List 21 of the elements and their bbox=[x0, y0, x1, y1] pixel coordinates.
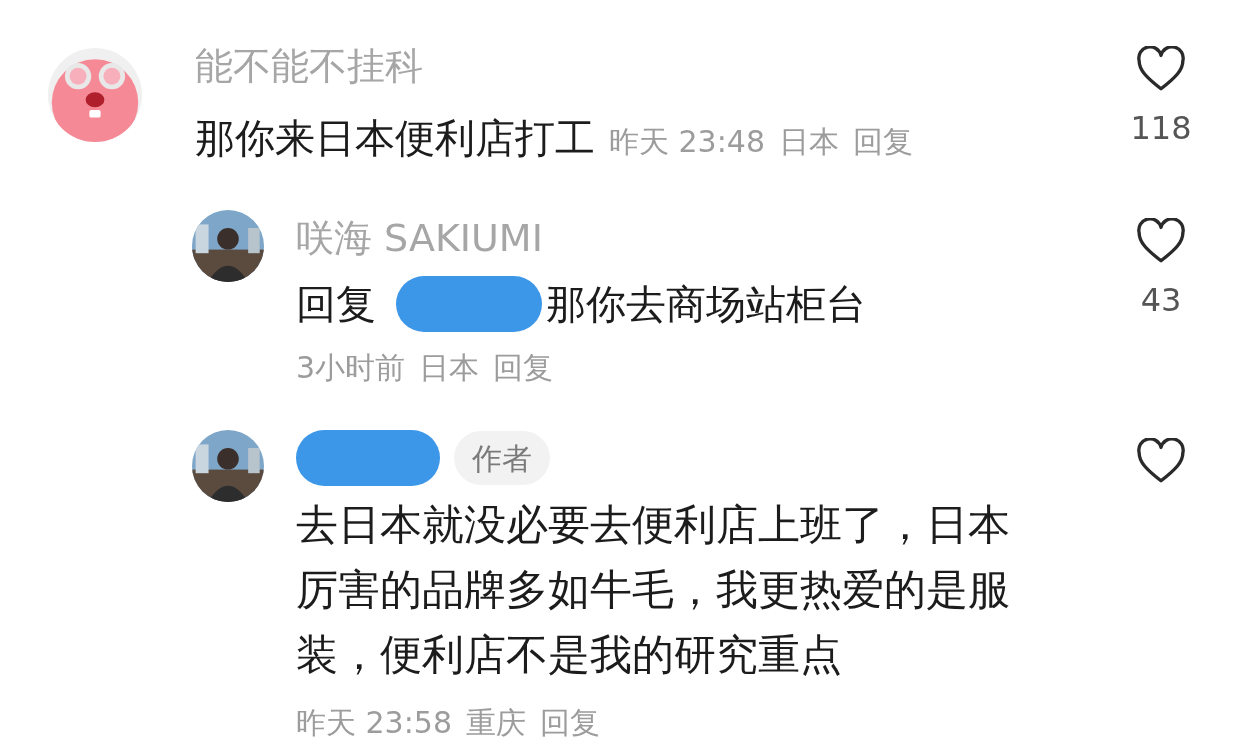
heart-icon[interactable] bbox=[1136, 46, 1186, 92]
comment-text: 去日本就没必要去便利店上班了，日本厉害的品牌多如牛毛，我更热爱的是服装，便利店不是我的研究重点 bbox=[296, 499, 1011, 681]
comment-text: 那你去商场站柜台 bbox=[546, 280, 866, 329]
comment-time: 3小时前 bbox=[296, 349, 406, 387]
comment-author: 咲海 SAKIUMI bbox=[296, 214, 543, 262]
reply-link[interactable]: 回复 bbox=[853, 119, 913, 164]
comment-time: 昨天 23:58 bbox=[296, 704, 452, 742]
comment-text: 那你来日本便利店打工 bbox=[195, 114, 595, 163]
heart-icon[interactable] bbox=[1136, 218, 1186, 264]
reply-link[interactable]: 回复 bbox=[493, 348, 554, 388]
reply-prefix: 回复 bbox=[296, 280, 376, 329]
comment-author: 能不能不挂科 bbox=[195, 42, 423, 90]
comment-location: 日本 bbox=[779, 123, 839, 161]
like-count: 43 bbox=[1140, 280, 1182, 321]
reply-link[interactable]: 回复 bbox=[540, 703, 600, 743]
like-count: 118 bbox=[1130, 108, 1192, 149]
comment-time: 昨天 23:48 bbox=[609, 123, 765, 161]
comment-location: 日本 bbox=[419, 349, 480, 387]
heart-icon[interactable] bbox=[1136, 438, 1186, 484]
comment-location: 重庆 bbox=[466, 704, 526, 742]
author-badge: 作者 bbox=[454, 431, 550, 485]
